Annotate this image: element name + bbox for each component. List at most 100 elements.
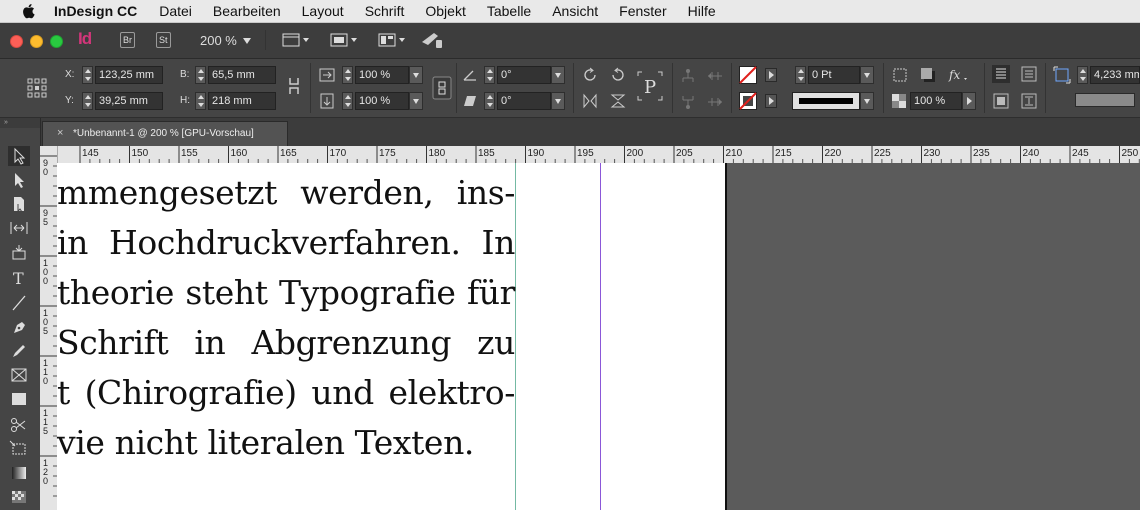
- stroke-type-dropdown[interactable]: [860, 92, 874, 110]
- scissors-tool-icon[interactable]: [8, 415, 30, 435]
- x-stepper[interactable]: [82, 66, 93, 84]
- gutter-stepper[interactable]: [1077, 66, 1088, 84]
- gradient-swatch-tool-icon[interactable]: [8, 463, 30, 483]
- gradient-feather-tool-icon[interactable]: [8, 487, 30, 507]
- horizontal-ruler[interactable]: 145 150 155 160 165 170 175 180 185 190 195 200 205 2…: [57, 146, 1140, 164]
- menu-tabelle[interactable]: Tabelle: [487, 3, 531, 19]
- width-stepper[interactable]: [195, 66, 206, 84]
- menu-ansicht[interactable]: Ansicht: [552, 3, 598, 19]
- stroke-weight-stepper[interactable]: [795, 66, 806, 84]
- rectangle-frame-tool-icon[interactable]: [8, 365, 30, 385]
- zoom-window-button[interactable]: [50, 35, 63, 48]
- gutter-field[interactable]: 4,233 mm: [1090, 66, 1140, 84]
- shear-stepper[interactable]: [484, 92, 495, 110]
- text-line-1[interactable]: mmengesetzt werden, ins-: [57, 173, 515, 213]
- text-line-3[interactable]: theorie steht Typografie für: [57, 273, 515, 313]
- screen-mode-icon[interactable]: [330, 32, 358, 48]
- menu-objekt[interactable]: Objekt: [425, 3, 465, 19]
- bridge-button[interactable]: Br: [120, 32, 135, 48]
- align-top-icon[interactable]: [992, 65, 1010, 83]
- rotation-field[interactable]: 0°: [497, 66, 551, 84]
- gap-tool-icon[interactable]: [8, 218, 30, 238]
- publish-online-icon[interactable]: [420, 30, 446, 50]
- scale-x-field[interactable]: 100 %: [355, 66, 409, 84]
- type-tool-icon[interactable]: T: [8, 268, 30, 288]
- y-stepper[interactable]: [82, 92, 93, 110]
- fill-swatch-menu-icon[interactable]: [765, 68, 777, 82]
- shear-field[interactable]: 0°: [497, 92, 551, 110]
- link-scale-icon[interactable]: [432, 76, 452, 100]
- rotation-stepper[interactable]: [484, 66, 495, 84]
- shear-dropdown[interactable]: [551, 92, 565, 110]
- pen-tool-icon[interactable]: [8, 317, 30, 337]
- opacity-menu-icon[interactable]: [962, 92, 976, 110]
- select-container-icon[interactable]: [680, 68, 696, 84]
- stroke-type-select[interactable]: [792, 92, 860, 110]
- zoom-level[interactable]: 200 %: [200, 33, 237, 48]
- apple-icon[interactable]: [20, 3, 38, 19]
- zoom-dropdown-icon[interactable]: [243, 38, 251, 44]
- justify-vertical-icon[interactable]: [1020, 92, 1038, 110]
- effects-fx-icon[interactable]: fx: [948, 67, 970, 83]
- vertical-ruler[interactable]: 9095100105110115120: [40, 146, 58, 510]
- document-tab[interactable]: × *Unbenannt-1 @ 200 % [GPU-Vorschau]: [42, 121, 288, 146]
- select-content-icon[interactable]: [680, 94, 696, 110]
- minimize-window-button[interactable]: [30, 35, 43, 48]
- height-field[interactable]: 218 mm: [208, 92, 276, 110]
- menu-hilfe[interactable]: Hilfe: [688, 3, 716, 19]
- direct-selection-tool-icon[interactable]: [8, 170, 30, 190]
- menu-layout[interactable]: Layout: [302, 3, 344, 19]
- drop-shadow-icon[interactable]: [920, 67, 936, 83]
- corner-options-icon[interactable]: [892, 67, 908, 83]
- stroke-weight-dropdown[interactable]: [860, 66, 874, 84]
- height-stepper[interactable]: [195, 92, 206, 110]
- scale-y-field[interactable]: 100 %: [355, 92, 409, 110]
- stock-button[interactable]: St: [156, 32, 171, 48]
- close-window-button[interactable]: [10, 35, 23, 48]
- text-line-5[interactable]: t (Chirografie) und elektro-: [57, 373, 515, 413]
- rectangle-tool-icon[interactable]: [8, 389, 30, 409]
- app-menu[interactable]: InDesign CC: [54, 3, 137, 19]
- close-tab-icon[interactable]: ×: [57, 127, 63, 139]
- line-tool-icon[interactable]: [8, 293, 30, 313]
- text-line-2[interactable]: in Hochdruckverfahren. In: [57, 223, 515, 263]
- scale-x-dropdown[interactable]: [409, 66, 423, 84]
- arrange-documents-icon[interactable]: [378, 32, 406, 48]
- fill-none-swatch[interactable]: [739, 66, 757, 84]
- text-line-4[interactable]: Schrift in Abgrenzung zu: [57, 323, 515, 363]
- menu-fenster[interactable]: Fenster: [619, 3, 666, 19]
- select-next-icon[interactable]: [706, 94, 724, 110]
- constrain-proportions-icon[interactable]: [286, 76, 302, 96]
- menu-schrift[interactable]: Schrift: [365, 3, 405, 19]
- stroke-weight-field[interactable]: 0 Pt: [808, 66, 860, 84]
- rotation-dropdown[interactable]: [551, 66, 565, 84]
- selection-tool-icon[interactable]: [8, 146, 30, 166]
- align-bottom-icon[interactable]: [992, 92, 1010, 110]
- free-transform-tool-icon[interactable]: [8, 439, 30, 459]
- scale-x-stepper[interactable]: [342, 66, 353, 84]
- align-center-icon[interactable]: [1020, 65, 1038, 83]
- rotate-cw-icon[interactable]: [609, 66, 627, 84]
- stroke-none-swatch[interactable]: [739, 92, 757, 110]
- width-field[interactable]: 65,5 mm: [208, 66, 276, 84]
- page-tool-icon[interactable]: [8, 194, 30, 214]
- toolbox-collapse-icon[interactable]: »: [0, 118, 40, 128]
- select-previous-icon[interactable]: [706, 68, 724, 84]
- y-position-field[interactable]: 39,25 mm: [95, 92, 163, 110]
- opacity-field[interactable]: 100 %: [910, 92, 962, 110]
- x-position-field[interactable]: 123,25 mm: [95, 66, 163, 84]
- menu-datei[interactable]: Datei: [159, 3, 192, 19]
- view-options-icon[interactable]: [282, 32, 310, 48]
- rotate-ccw-icon[interactable]: [581, 66, 599, 84]
- pencil-tool-icon[interactable]: [8, 341, 30, 361]
- content-collector-tool-icon[interactable]: [8, 242, 30, 262]
- flip-horizontal-icon[interactable]: [581, 92, 599, 110]
- text-line-6[interactable]: vie nicht literalen Texten.: [57, 423, 515, 463]
- menu-bearbeiten[interactable]: Bearbeiten: [213, 3, 281, 19]
- stroke-swatch-menu-icon[interactable]: [765, 94, 777, 108]
- reference-point-icon[interactable]: [27, 78, 47, 98]
- flip-vertical-icon[interactable]: [609, 92, 627, 110]
- scale-y-dropdown[interactable]: [409, 92, 423, 110]
- scale-y-stepper[interactable]: [342, 92, 353, 110]
- column-width-slider[interactable]: [1075, 93, 1135, 107]
